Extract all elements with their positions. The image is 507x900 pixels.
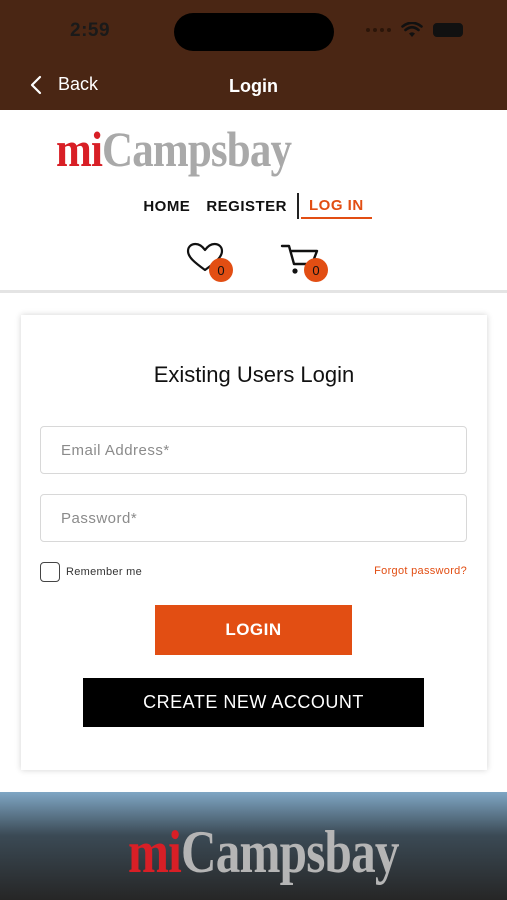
login-card: Existing Users Login Remember me Forgot … bbox=[21, 315, 487, 770]
password-field[interactable] bbox=[40, 494, 467, 542]
forgot-password-link[interactable]: Forgot password? bbox=[374, 565, 467, 577]
signal-icon bbox=[366, 28, 391, 32]
remember-me-label: Remember me bbox=[66, 566, 143, 578]
battery-icon bbox=[433, 23, 463, 37]
top-bar: 2:59 Back Login bbox=[0, 0, 507, 110]
footer-logo-prefix: mi bbox=[128, 819, 182, 885]
page-title: Login bbox=[229, 76, 278, 96]
remember-me[interactable]: Remember me bbox=[40, 562, 142, 582]
login-title: Existing Users Login bbox=[153, 362, 355, 387]
nav-divider bbox=[297, 193, 299, 219]
nav-home[interactable]: HOME bbox=[135, 194, 198, 219]
header-divider bbox=[0, 290, 507, 293]
footer-logo-name: Campsbay bbox=[181, 819, 399, 885]
brand-logo-prefix: mi bbox=[56, 121, 103, 177]
status-time: 2:59 bbox=[70, 20, 111, 41]
nav-register[interactable]: REGISTER bbox=[198, 194, 295, 219]
wishlist-count-badge: 0 bbox=[209, 258, 233, 282]
create-account-button[interactable]: CREATE NEW ACCOUNT bbox=[83, 678, 424, 727]
main-nav: HOME REGISTER LOG IN bbox=[0, 193, 507, 219]
cart-count-badge: 0 bbox=[304, 258, 328, 282]
status-icons bbox=[366, 22, 463, 38]
footer-logo: miCampsbay bbox=[128, 822, 399, 882]
wifi-icon bbox=[401, 22, 423, 37]
email-field[interactable] bbox=[40, 426, 467, 474]
login-button[interactable]: LOGIN bbox=[155, 605, 352, 655]
dynamic-island bbox=[174, 13, 334, 51]
remember-me-checkbox[interactable] bbox=[40, 562, 60, 582]
footer-banner: miCampsbay bbox=[0, 792, 507, 900]
brand-logo-name: Campsbay bbox=[102, 121, 292, 177]
cart-button[interactable]: 0 bbox=[280, 242, 328, 283]
counter-row: 0 0 bbox=[0, 242, 507, 282]
brand-logo[interactable]: miCampsbay bbox=[56, 121, 292, 177]
wishlist-button[interactable]: 0 bbox=[186, 242, 233, 282]
nav-login[interactable]: LOG IN bbox=[301, 193, 372, 219]
